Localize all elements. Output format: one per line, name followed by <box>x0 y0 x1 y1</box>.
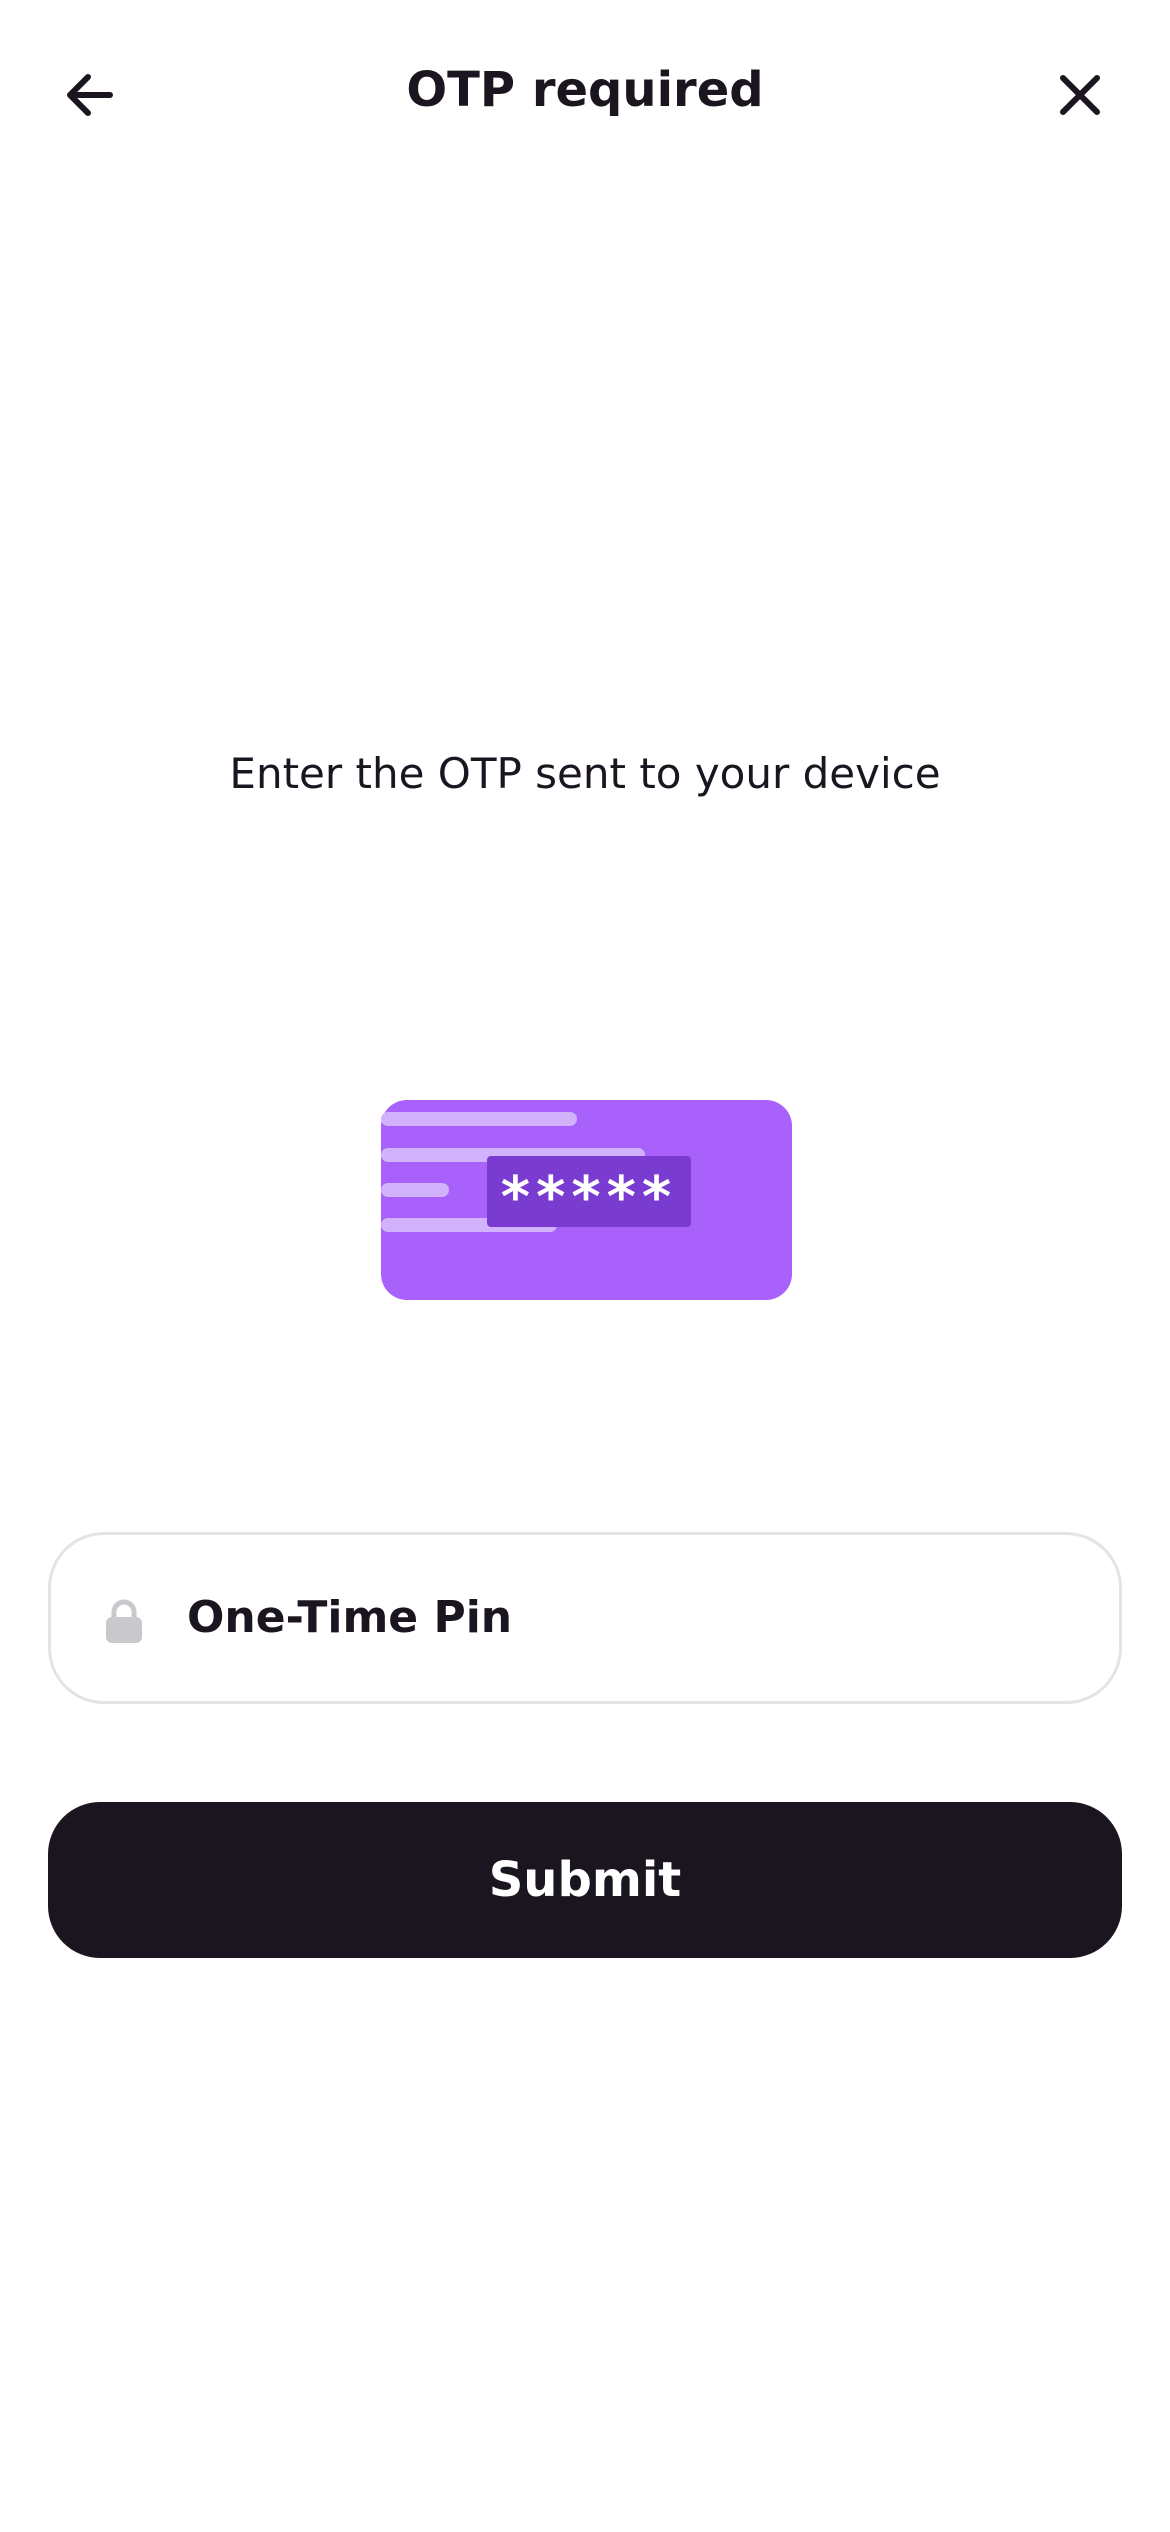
page-title: OTP required <box>406 62 764 118</box>
top-bar: OTP required <box>0 0 1170 180</box>
close-icon <box>1060 75 1100 115</box>
otp-instruction: Enter the OTP sent to your device <box>229 749 941 798</box>
submit-button[interactable]: Submit <box>48 1802 1122 1958</box>
otp-input-label: One-Time Pin <box>187 1592 513 1643</box>
close-button[interactable] <box>1040 55 1120 135</box>
lock-icon <box>106 1599 142 1643</box>
otp-card-illustration: ***** <box>381 1100 792 1300</box>
otp-input[interactable]: One-Time Pin <box>48 1532 1122 1704</box>
masked-otp-text: ***** <box>501 1165 677 1230</box>
